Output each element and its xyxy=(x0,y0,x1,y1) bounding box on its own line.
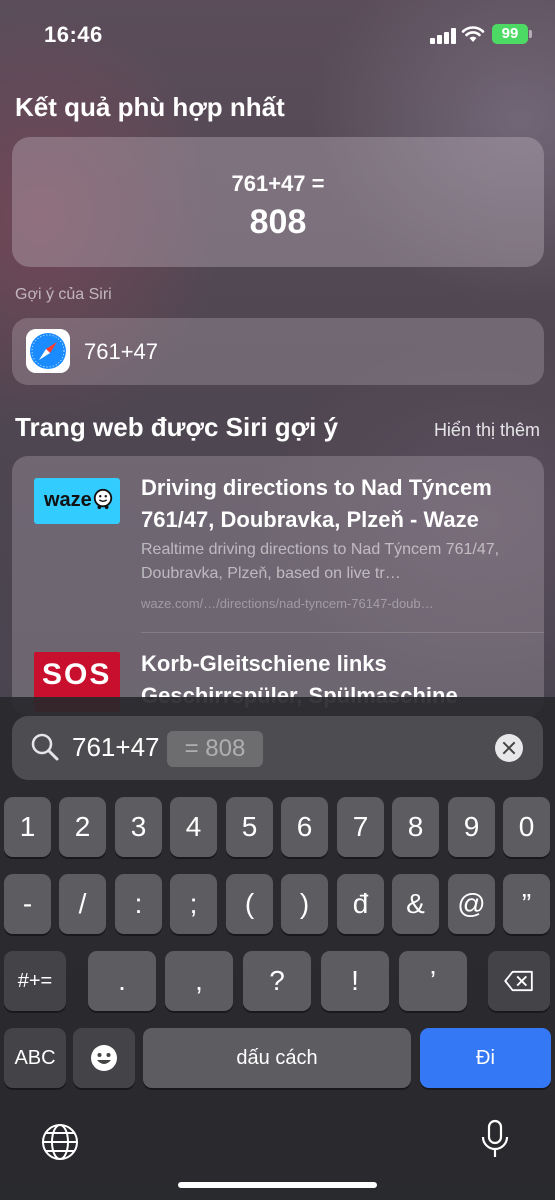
key-period[interactable]: . xyxy=(88,951,156,1011)
key-symbols[interactable]: #+= xyxy=(4,951,66,1011)
key-backspace[interactable] xyxy=(488,951,550,1011)
backspace-icon xyxy=(504,970,533,992)
wifi-icon xyxy=(461,26,485,42)
key-close-paren[interactable]: ) xyxy=(281,874,328,934)
siri-suggestion-item[interactable]: 761+47 xyxy=(12,318,544,385)
key-go[interactable]: Đi xyxy=(420,1028,551,1088)
web-result-title: Driving directions to Nad Týncem 761/47,… xyxy=(141,475,492,532)
calc-expression: 761+47 = xyxy=(231,171,325,196)
home-indicator xyxy=(178,1182,377,1188)
divider xyxy=(141,632,544,633)
status-bar: 16:46 99 xyxy=(0,0,555,70)
waze-face-icon xyxy=(93,488,113,510)
best-match-heading: Kết quả phù hợp nhất xyxy=(15,92,285,122)
siri-suggestions-label: Gợi ý của Siri xyxy=(15,286,112,303)
key-space[interactable]: dấu cách xyxy=(143,1028,411,1088)
key-abc[interactable]: ABC xyxy=(4,1028,66,1088)
clear-icon[interactable] xyxy=(495,734,523,762)
key-open-paren[interactable]: ( xyxy=(226,874,273,934)
key-slash[interactable]: / xyxy=(59,874,106,934)
key-d-stroke[interactable]: đ xyxy=(337,874,384,934)
calculator-result-card[interactable]: 761+47 = 808 xyxy=(12,137,544,267)
key-5[interactable]: 5 xyxy=(226,797,273,857)
status-time: 16:46 xyxy=(44,22,103,47)
search-icon xyxy=(31,733,59,761)
key-comma[interactable]: , xyxy=(165,951,233,1011)
web-result-item[interactable]: waze Driving directions to Nad Týncem 76… xyxy=(12,456,544,634)
show-more-link[interactable]: Hiển thị thêm xyxy=(434,420,540,441)
key-9[interactable]: 9 xyxy=(448,797,495,857)
web-result-description: Realtime driving directions to Nad Týnce… xyxy=(141,541,500,582)
search-field[interactable]: 761+47 = 808 xyxy=(12,716,543,780)
safari-icon xyxy=(26,329,70,373)
key-7[interactable]: 7 xyxy=(337,797,384,857)
key-colon[interactable]: : xyxy=(115,874,162,934)
key-exclamation[interactable]: ! xyxy=(321,951,389,1011)
key-2[interactable]: 2 xyxy=(59,797,106,857)
signal-icon xyxy=(430,28,456,44)
key-0[interactable]: 0 xyxy=(503,797,550,857)
calc-result: 808 xyxy=(249,203,307,241)
key-8[interactable]: 8 xyxy=(392,797,439,857)
key-emoji[interactable] xyxy=(73,1028,135,1088)
key-quote[interactable]: ” xyxy=(503,874,550,934)
siri-suggestion-text: 761+47 xyxy=(84,339,159,364)
key-ampersand[interactable]: & xyxy=(392,874,439,934)
globe-icon[interactable] xyxy=(40,1122,80,1162)
web-result-url: waze.com/…/directions/nad-tyncem-76147-d… xyxy=(141,596,434,611)
key-question[interactable]: ? xyxy=(243,951,311,1011)
key-semicolon[interactable]: ; xyxy=(170,874,217,934)
waze-logo: waze xyxy=(34,478,120,524)
waze-logo-text: waze xyxy=(44,489,92,511)
sos-logo-text: SOS xyxy=(42,658,112,691)
microphone-icon[interactable] xyxy=(480,1119,510,1161)
battery-indicator: 99 xyxy=(492,24,532,44)
key-apostrophe[interactable]: ’ xyxy=(399,951,467,1011)
web-results-card: waze Driving directions to Nad Týncem 76… xyxy=(12,456,544,716)
search-query: 761+47 xyxy=(72,732,160,762)
key-at[interactable]: @ xyxy=(448,874,495,934)
key-3[interactable]: 3 xyxy=(115,797,162,857)
inline-result: = 808 xyxy=(167,731,263,767)
key-hyphen[interactable]: - xyxy=(4,874,51,934)
key-1[interactable]: 1 xyxy=(4,797,51,857)
siri-websites-heading: Trang web được Siri gợi ý xyxy=(15,412,339,442)
emoji-icon xyxy=(91,1045,117,1071)
key-4[interactable]: 4 xyxy=(170,797,217,857)
keyboard-panel: 761+47 = 808 1 2 3 4 5 6 7 8 9 0 - / : ;… xyxy=(0,697,555,1200)
key-6[interactable]: 6 xyxy=(281,797,328,857)
